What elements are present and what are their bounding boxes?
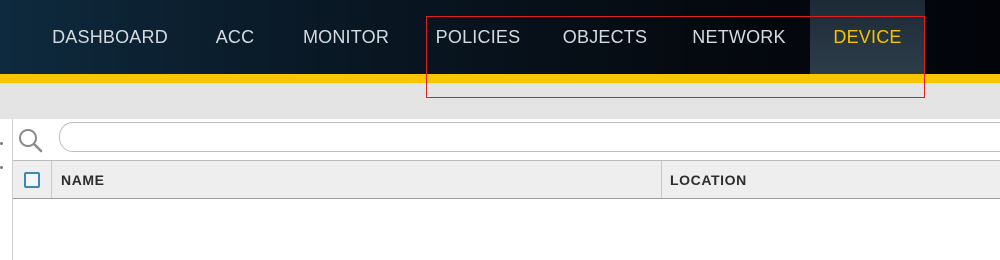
tab-dashboard[interactable]: DASHBOARD	[40, 0, 180, 74]
search-bar	[13, 119, 1000, 160]
select-all-checkbox[interactable]	[24, 171, 40, 188]
column-header-location[interactable]: LOCATION	[662, 161, 1000, 198]
select-all-cell	[13, 161, 52, 198]
accent-bar	[0, 74, 1000, 83]
tab-network[interactable]: NETWORK	[680, 0, 798, 74]
tab-monitor[interactable]: MONITOR	[290, 0, 402, 74]
gutter-dot	[0, 166, 3, 169]
top-navigation-bar: DASHBOARD ACC MONITOR POLICIES OBJECTS N…	[0, 0, 1000, 74]
tab-objects[interactable]: OBJECTS	[552, 0, 658, 74]
tab-policies[interactable]: POLICIES	[426, 0, 530, 74]
table-header: NAME LOCATION	[13, 160, 1000, 199]
search-input[interactable]	[59, 122, 1000, 152]
tab-acc[interactable]: ACC	[198, 0, 272, 74]
sub-toolbar	[0, 83, 1000, 119]
left-panel-edge	[0, 119, 13, 260]
column-header-name[interactable]: NAME	[52, 161, 662, 198]
tab-device[interactable]: DEVICE	[810, 0, 925, 74]
search-icon[interactable]	[17, 127, 43, 153]
gutter-dot	[0, 142, 3, 145]
